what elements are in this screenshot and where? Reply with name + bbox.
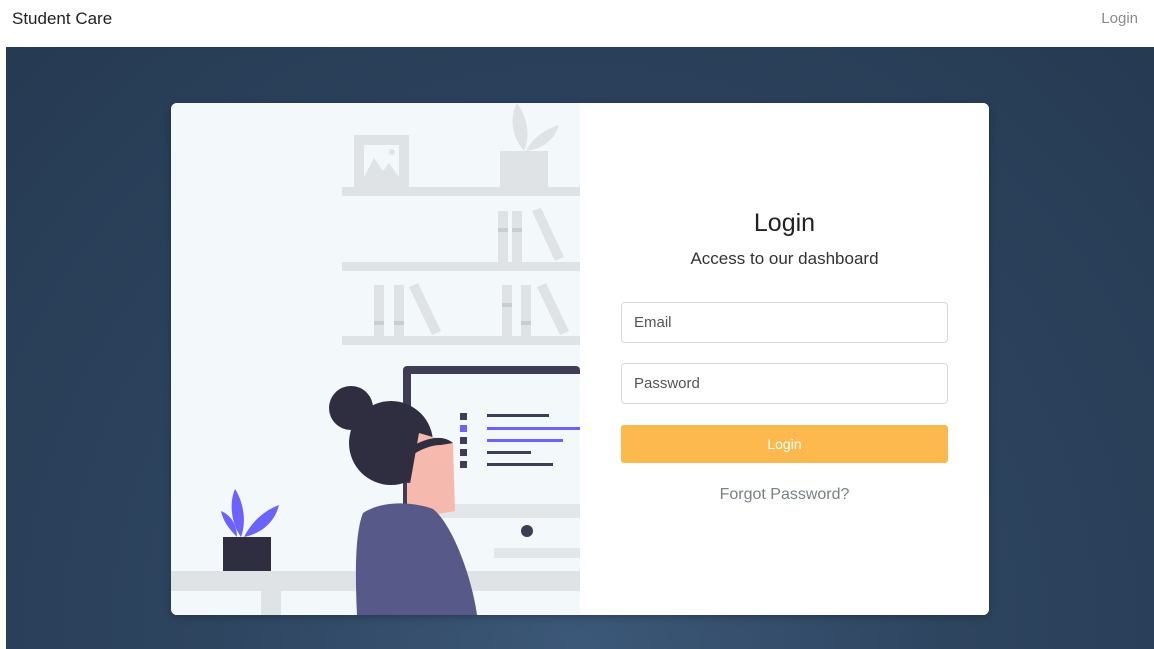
shelf-leaves-icon — [512, 103, 559, 151]
password-input[interactable] — [621, 363, 948, 404]
desk-plant-icon — [221, 489, 279, 571]
books-bottom-left-icon — [374, 283, 441, 336]
shelf-middle — [342, 262, 580, 271]
nav-login-link[interactable]: Login — [1101, 10, 1138, 27]
books-bottom-right-icon — [502, 283, 569, 336]
shelf-pot-icon — [500, 151, 548, 187]
brand-title[interactable]: Student Care — [12, 9, 112, 29]
shelf-top — [342, 187, 580, 196]
forgot-password-link[interactable]: Forgot Password? — [580, 486, 989, 504]
login-subtitle: Access to our dashboard — [690, 249, 879, 268]
login-card: Login Access to our dashboard Login Forg… — [171, 103, 989, 615]
top-navbar: Student Care Login — [0, 0, 1154, 47]
login-button[interactable]: Login — [621, 425, 948, 463]
person-at-computer-illustration — [171, 103, 580, 615]
email-input[interactable] — [621, 302, 948, 343]
illustration-panel — [171, 103, 580, 615]
shelf-bottom — [342, 336, 580, 345]
books-middle-icon — [498, 208, 564, 262]
login-form-panel: Login Access to our dashboard Login Forg… — [580, 103, 989, 615]
login-title: Login — [753, 209, 816, 237]
